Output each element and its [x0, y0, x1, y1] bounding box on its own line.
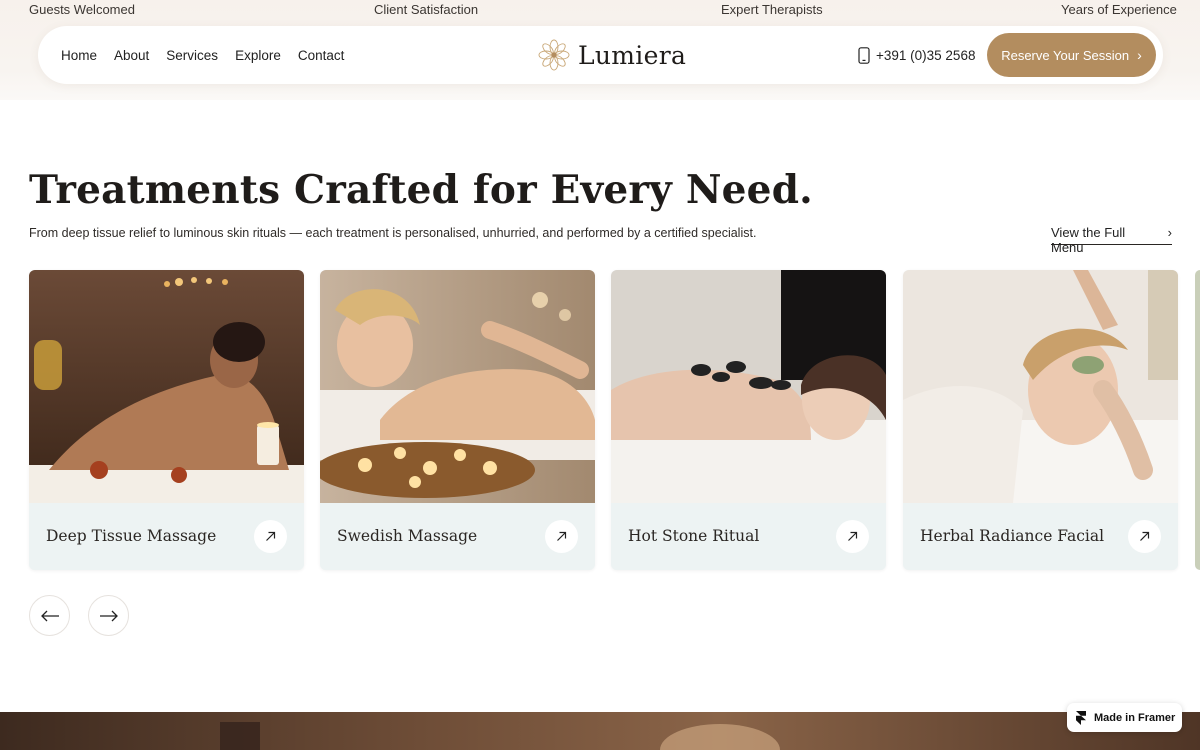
treatment-card-hot-stone[interactable]: Hot Stone Ritual	[611, 270, 886, 570]
next-section-image	[0, 712, 1200, 750]
reserve-session-label: Reserve Your Session	[1001, 47, 1130, 63]
chevron-right-icon: ›	[1137, 47, 1142, 63]
treatment-title: Deep Tissue Massage	[46, 527, 217, 545]
section-title: Treatments Crafted for Every Need.	[29, 167, 813, 213]
treatment-card-footer: Swedish Massage	[320, 503, 595, 570]
flower-logo-icon	[538, 39, 570, 71]
next-treatment-card-peek	[1195, 270, 1200, 570]
arrow-up-right-icon	[266, 531, 276, 541]
nav-link-services[interactable]: Services	[166, 48, 218, 63]
carousel-next-button[interactable]	[88, 595, 129, 636]
arrow-up-right-icon	[848, 531, 858, 541]
carousel-prev-button[interactable]	[29, 595, 70, 636]
nav-link-explore[interactable]: Explore	[235, 48, 281, 63]
open-treatment-button[interactable]	[545, 520, 578, 553]
nav-links: Home About Services Explore Contact	[61, 26, 361, 84]
stat-expert-therapists: Expert Therapists	[721, 2, 823, 17]
phone-contact[interactable]: +391 (0)35 2568	[858, 26, 975, 84]
nav-link-home[interactable]: Home	[61, 48, 97, 63]
nav-link-about[interactable]: About	[114, 48, 149, 63]
treatment-image	[320, 270, 595, 503]
view-full-menu-label: View the Full Menu	[1051, 225, 1126, 255]
treatment-card-footer: Herbal Radiance Facial	[903, 503, 1178, 570]
treatment-image	[611, 270, 886, 503]
main-navigation: Home About Services Explore Contact Lumi…	[38, 26, 1163, 84]
stat-years-experience: Years of Experience	[1061, 2, 1177, 17]
treatment-title: Swedish Massage	[337, 527, 478, 545]
treatment-card-footer: Deep Tissue Massage	[29, 503, 304, 570]
open-treatment-button[interactable]	[1128, 520, 1161, 553]
treatment-card-deep-tissue[interactable]: Deep Tissue Massage	[29, 270, 304, 570]
view-full-menu-link[interactable]: View the Full Menu ›	[1051, 225, 1172, 255]
header-band: Guests Welcomed Client Satisfaction Expe…	[0, 0, 1200, 100]
arrow-up-right-icon	[557, 531, 567, 541]
stat-client-satisfaction: Client Satisfaction	[374, 2, 479, 17]
reserve-session-button[interactable]: Reserve Your Session ›	[987, 33, 1156, 77]
treatment-card-footer: Hot Stone Ritual	[611, 503, 886, 570]
arrow-up-right-icon	[1140, 531, 1150, 541]
treatment-card-swedish[interactable]: Swedish Massage	[320, 270, 595, 570]
brand-logo[interactable]: Lumiera	[538, 39, 686, 71]
treatment-image	[903, 270, 1178, 503]
treatment-image	[29, 270, 304, 503]
treatment-title: Herbal Radiance Facial	[920, 527, 1105, 545]
nav-link-contact[interactable]: Contact	[298, 48, 345, 63]
framer-logo-icon	[1076, 710, 1086, 725]
chevron-right-icon: ›	[1167, 225, 1172, 240]
phone-number: +391 (0)35 2568	[876, 47, 976, 63]
made-in-framer-label: Made in Framer	[1094, 711, 1176, 724]
treatment-card-herbal-facial[interactable]: Herbal Radiance Facial	[903, 270, 1178, 570]
phone-icon	[858, 46, 870, 64]
open-treatment-button[interactable]	[254, 520, 287, 553]
brand-name: Lumiera	[578, 40, 687, 70]
made-in-framer-badge[interactable]: Made in Framer	[1067, 703, 1182, 732]
treatment-title: Hot Stone Ritual	[628, 527, 760, 545]
stats-strip: Guests Welcomed Client Satisfaction Expe…	[0, 0, 1200, 22]
section-subtitle: From deep tissue relief to luminous skin…	[29, 226, 757, 240]
stat-guests-welcomed: Guests Welcomed	[29, 2, 135, 17]
arrow-left-icon	[40, 610, 59, 621]
arrow-right-icon	[99, 610, 118, 621]
open-treatment-button[interactable]	[836, 520, 869, 553]
